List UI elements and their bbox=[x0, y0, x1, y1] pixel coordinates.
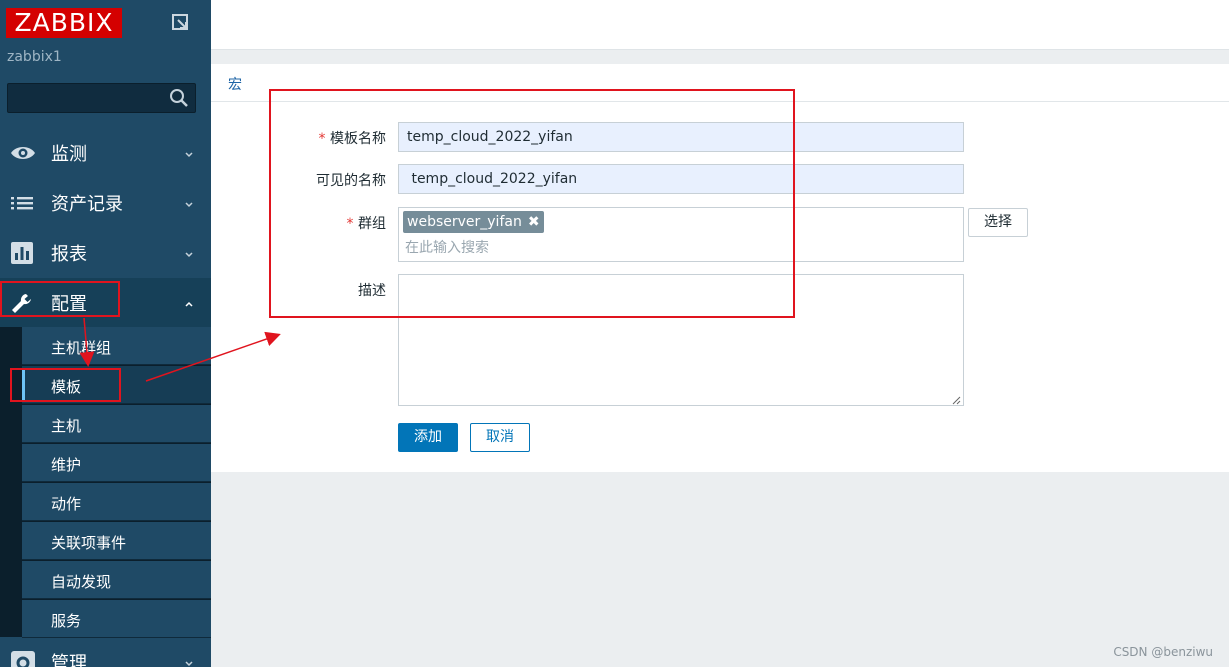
submenu-label: 维护 bbox=[51, 456, 82, 474]
submenu-label: 自动发现 bbox=[51, 573, 112, 591]
chevron-down-icon bbox=[183, 248, 195, 258]
menu-label: 监测 bbox=[51, 144, 87, 165]
watermark: CSDN @benziwu bbox=[1113, 645, 1213, 659]
menu-monitoring[interactable]: 监测 bbox=[0, 128, 211, 178]
menu-label: 报表 bbox=[51, 244, 87, 265]
sidebar: ZABBIX zabbix1 监测 资产记录 报表 配置 主机群组 模板 主机 … bbox=[0, 0, 211, 667]
menu-inventory[interactable]: 资产记录 bbox=[0, 178, 211, 228]
cancel-button[interactable]: 取消 bbox=[470, 423, 530, 452]
page-header bbox=[211, 0, 1229, 50]
chevron-down-icon bbox=[183, 148, 195, 158]
annotation-box-form bbox=[269, 89, 795, 318]
sidebar-search-input[interactable] bbox=[7, 83, 196, 113]
search-icon[interactable] bbox=[169, 88, 189, 108]
submenu-label: 主机 bbox=[51, 417, 82, 435]
menu-label: 管理 bbox=[51, 653, 87, 667]
chevron-down-icon bbox=[183, 657, 195, 667]
submenu-label: 服务 bbox=[51, 612, 82, 630]
submenu-services[interactable]: 服务 bbox=[22, 600, 211, 638]
eye-icon bbox=[10, 142, 36, 164]
add-button[interactable]: 添加 bbox=[398, 423, 458, 452]
menu-label: 资产记录 bbox=[51, 194, 123, 215]
submenu-host-groups[interactable]: 主机群组 bbox=[22, 327, 211, 365]
annotation-box-templates bbox=[10, 368, 121, 402]
gear-icon bbox=[10, 651, 36, 667]
submenu-event-correlation[interactable]: 关联项事件 bbox=[22, 522, 211, 560]
collapse-sidebar-icon[interactable] bbox=[170, 12, 192, 34]
submenu-maintenance[interactable]: 维护 bbox=[22, 444, 211, 482]
submenu-label: 主机群组 bbox=[51, 339, 112, 357]
server-name: zabbix1 bbox=[7, 49, 62, 65]
annotation-box-config bbox=[0, 281, 120, 317]
submenu-hosts[interactable]: 主机 bbox=[22, 405, 211, 443]
bar-chart-icon bbox=[10, 242, 36, 264]
submenu-label: 关联项事件 bbox=[51, 534, 127, 552]
chevron-down-icon bbox=[183, 198, 195, 208]
resize-grip-icon[interactable] bbox=[951, 393, 961, 405]
submenu-label: 动作 bbox=[51, 495, 82, 513]
chevron-up-icon bbox=[183, 298, 195, 308]
list-icon bbox=[10, 192, 36, 214]
submenu-actions[interactable]: 动作 bbox=[22, 483, 211, 521]
select-button[interactable]: 选择 bbox=[968, 208, 1028, 237]
tab-macros[interactable]: 宏 bbox=[228, 74, 242, 94]
submenu-discovery[interactable]: 自动发现 bbox=[22, 561, 211, 599]
menu-reports[interactable]: 报表 bbox=[0, 228, 211, 278]
menu-administration[interactable]: 管理 bbox=[0, 637, 211, 667]
zabbix-logo[interactable]: ZABBIX bbox=[6, 8, 122, 38]
